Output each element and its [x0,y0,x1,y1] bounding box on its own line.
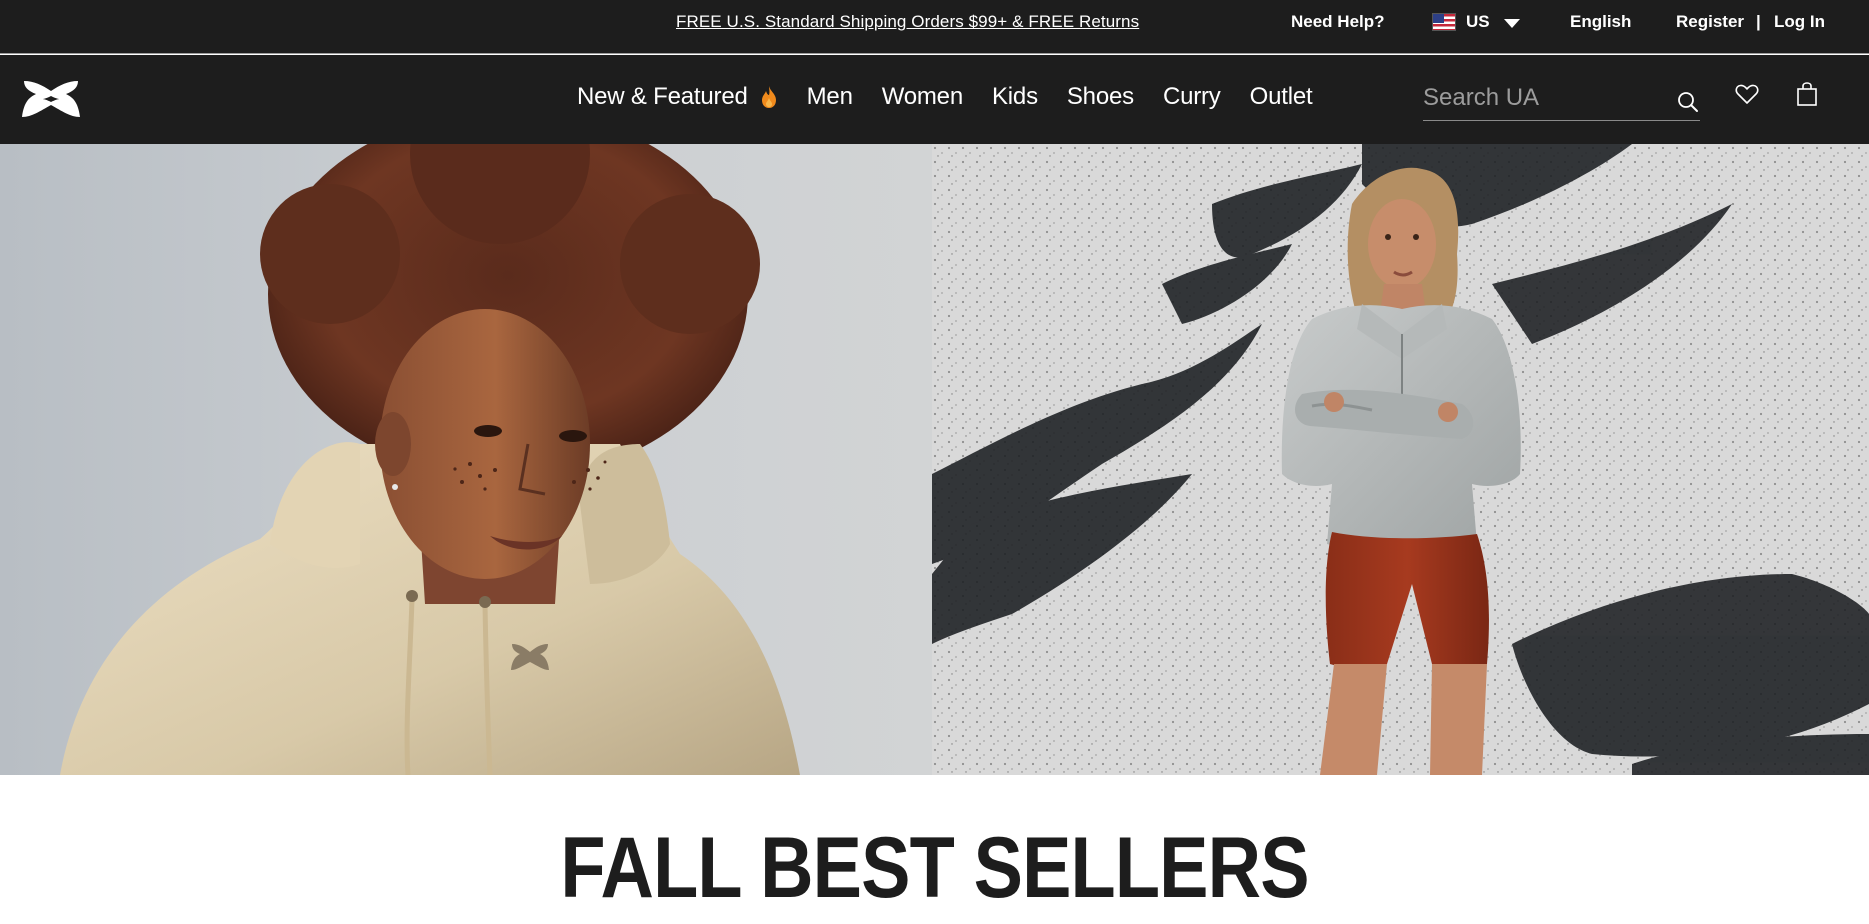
primary-nav: New & Featured Men Women Kids Shoes Curr… [577,83,1341,111]
login-link[interactable]: Log In [1774,12,1825,32]
nav-label: New & Featured [577,83,748,110]
need-help-link[interactable]: Need Help? [1291,12,1385,32]
country-selector[interactable]: US [1432,12,1520,32]
hero-men-illustration [60,144,800,775]
main-header: New & Featured Men Women Kids Shoes Curr… [0,55,1869,144]
nav-curry[interactable]: Curry [1163,83,1221,111]
utility-bar: FREE U.S. Standard Shipping Orders $99+ … [0,0,1869,54]
hero-image-men[interactable] [0,144,932,775]
language-selector[interactable]: English [1570,12,1631,32]
account-separator: | [1756,12,1761,31]
register-link[interactable]: Register [1676,12,1744,32]
us-flag-icon [1432,13,1456,31]
heart-icon[interactable] [1735,83,1759,105]
nav-outlet[interactable]: Outlet [1250,83,1313,111]
country-label: US [1466,12,1490,31]
section-title: FALL BEST SELLERS [560,820,1309,916]
flame-icon [761,86,776,108]
nav-kids[interactable]: Kids [992,83,1038,111]
under-armour-logo-icon[interactable] [20,79,82,119]
hero-image-women[interactable] [932,144,1869,775]
caret-down-icon [1503,18,1520,28]
nav-women[interactable]: Women [882,83,963,111]
nav-shoes[interactable]: Shoes [1067,83,1134,111]
hero-women-illustration [932,144,1869,775]
nav-men[interactable]: Men [807,83,853,111]
promo-link[interactable]: FREE U.S. Standard Shipping Orders $99+ … [676,12,1139,32]
shopping-bag-icon[interactable] [1796,81,1818,107]
search-box [1423,77,1700,121]
search-icon[interactable] [1677,91,1699,113]
search-input[interactable] [1423,81,1663,115]
nav-new-featured[interactable]: New & Featured [577,83,778,111]
